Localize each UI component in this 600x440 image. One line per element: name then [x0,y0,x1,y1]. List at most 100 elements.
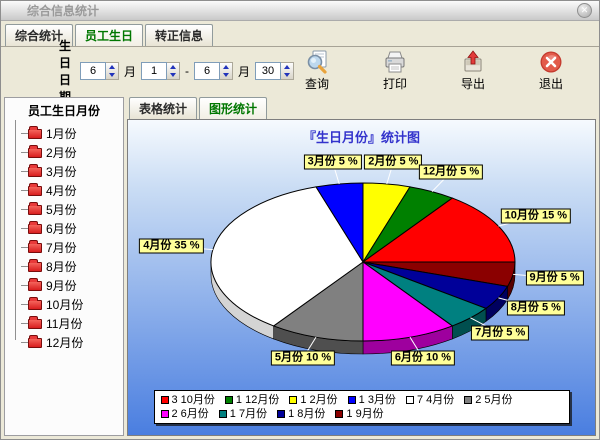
pie-slice-callout: 9月份 5 % [526,270,584,285]
day-from-input[interactable] [141,62,167,80]
export-button-label: 导出 [461,75,485,92]
legend-swatch [225,396,233,404]
tree-item-month[interactable]: 3月份 [11,162,123,181]
folder-icon [28,129,42,139]
legend-item: 1 12月份 [225,393,279,407]
title-bar: 综合信息统计 ✕ [1,1,599,21]
tree-item-label: 4月份 [46,182,77,199]
legend-item: 1 3月份 [348,393,396,407]
toolbar: 生日日期 月 - 月 [1,47,599,95]
folder-icon [28,224,42,234]
tree-item-label: 9月份 [46,277,77,294]
tree-item-label: 1月份 [46,125,77,142]
legend-label: 1 12月份 [236,393,279,407]
tree-item-month[interactable]: 5月份 [11,200,123,219]
content-area: 员工生日月份 1月份2月份3月份 4月份5月份6月份 7月份8月份9月份 10月份11… [1,95,599,439]
tree-item-month[interactable]: 9月份 [11,276,123,295]
tree-item-month[interactable]: 10月份 [11,295,123,314]
exit-button-label: 退出 [539,75,563,92]
sidebar-panel: 员工生日月份 1月份2月份3月份 4月份5月份6月份 7月份8月份9月份 10月份11… [4,97,124,436]
folder-icon [28,186,42,196]
legend-swatch [335,410,343,418]
legend-item: 1 8月份 [277,407,325,421]
print-button[interactable]: 打印 [372,50,418,92]
statistics-panel: 表格统计 图形统计 『生日月份』统计图 3 10月份1 12月份1 2月份1 3… [127,97,596,436]
tree-item-month[interactable]: 4月份 [11,181,123,200]
legend-item: 1 2月份 [289,393,337,407]
pie-slice-callout: 5月份 10 % [271,351,335,366]
pie-slice-callout: 8月份 5 % [507,300,565,315]
tree-item-month[interactable]: 1月份 [11,124,123,143]
sidebar-header: 员工生日月份 [5,98,123,122]
month-to-spinner [194,62,233,80]
legend-item: 2 5月份 [464,393,512,407]
folder-icon [28,205,42,215]
legend-label: 1 3月份 [359,393,396,407]
spin-down-icon[interactable] [284,73,290,77]
legend-label: 2 5月份 [475,393,512,407]
query-button[interactable]: 查询 [294,50,340,92]
legend-label: 1 2月份 [300,393,337,407]
day-from-spin-buttons[interactable] [167,62,180,80]
tree-item-label: 12月份 [46,334,83,351]
tab-table-stats[interactable]: 表格统计 [129,97,197,119]
range-separator: - [185,64,189,78]
spin-up-icon[interactable] [284,65,290,69]
legend-item: 2 6月份 [161,407,209,421]
printer-icon [383,50,407,74]
query-button-label: 查询 [305,75,329,92]
tree-item-label: 6月份 [46,220,77,237]
tree-item-month[interactable]: 7月份 [11,238,123,257]
month-unit-label: 月 [238,63,250,80]
pie-slice-callout: 3月份 5 % [304,155,362,170]
tab-graph-stats[interactable]: 图形统计 [199,97,267,119]
tree-item-label: 7月份 [46,239,77,256]
folder-icon [28,338,42,348]
pie-slice-callout: 7月份 5 % [471,326,529,341]
month-from-input[interactable] [80,62,106,80]
tree-item-month[interactable]: 8月份 [11,257,123,276]
export-button[interactable]: 导出 [450,50,496,92]
spin-up-icon[interactable] [109,65,115,69]
spin-down-icon[interactable] [223,73,229,77]
spin-up-icon[interactable] [223,65,229,69]
spin-down-icon[interactable] [109,73,115,77]
panel-tab-bar: 表格统计 图形统计 [127,97,596,119]
spin-down-icon[interactable] [170,73,176,77]
day-to-spin-buttons[interactable] [281,62,294,80]
month-to-input[interactable] [194,62,220,80]
folder-icon [28,281,42,291]
pie-slice-callout: 10月份 15 % [501,209,571,224]
legend-item: 1 9月份 [335,407,383,421]
toolbar-buttons: 查询 打印 导出 [294,50,590,92]
day-to-spinner [255,62,294,80]
birthday-month-tree: 1月份2月份3月份 4月份5月份6月份 7月份8月份9月份 10月份11月份12月份 [5,122,123,352]
folder-icon [28,262,42,272]
tree-item-label: 3月份 [46,163,77,180]
close-circle-icon [539,50,563,74]
tree-item-month[interactable]: 12月份 [11,333,123,352]
pie-slice-callout: 4月份 35 % [139,239,203,254]
legend-item: 7 4月份 [406,393,454,407]
print-button-label: 打印 [383,75,407,92]
month-from-spin-buttons[interactable] [106,62,119,80]
app-window: 综合信息统计 ✕ 综合统计 员工生日 转正信息 生日日期 月 - 月 [0,0,600,440]
tree-item-month[interactable]: 11月份 [11,314,123,333]
legend-label: 1 7月份 [230,407,267,421]
legend-swatch [289,396,297,404]
legend-item: 1 7月份 [219,407,267,421]
legend-swatch [348,396,356,404]
tree-item-label: 10月份 [46,296,83,313]
tree-item-month[interactable]: 2月份 [11,143,123,162]
folder-icon [28,148,42,158]
month-to-spin-buttons[interactable] [220,62,233,80]
exit-button[interactable]: 退出 [528,50,574,92]
legend-label: 2 6月份 [172,407,209,421]
legend-item: 3 10月份 [161,393,215,407]
day-to-input[interactable] [255,62,281,80]
spin-up-icon[interactable] [170,65,176,69]
tree-item-month[interactable]: 6月份 [11,219,123,238]
folder-icon [28,243,42,253]
legend-label: 1 9月份 [346,407,383,421]
window-close-icon[interactable]: ✕ [577,3,592,18]
